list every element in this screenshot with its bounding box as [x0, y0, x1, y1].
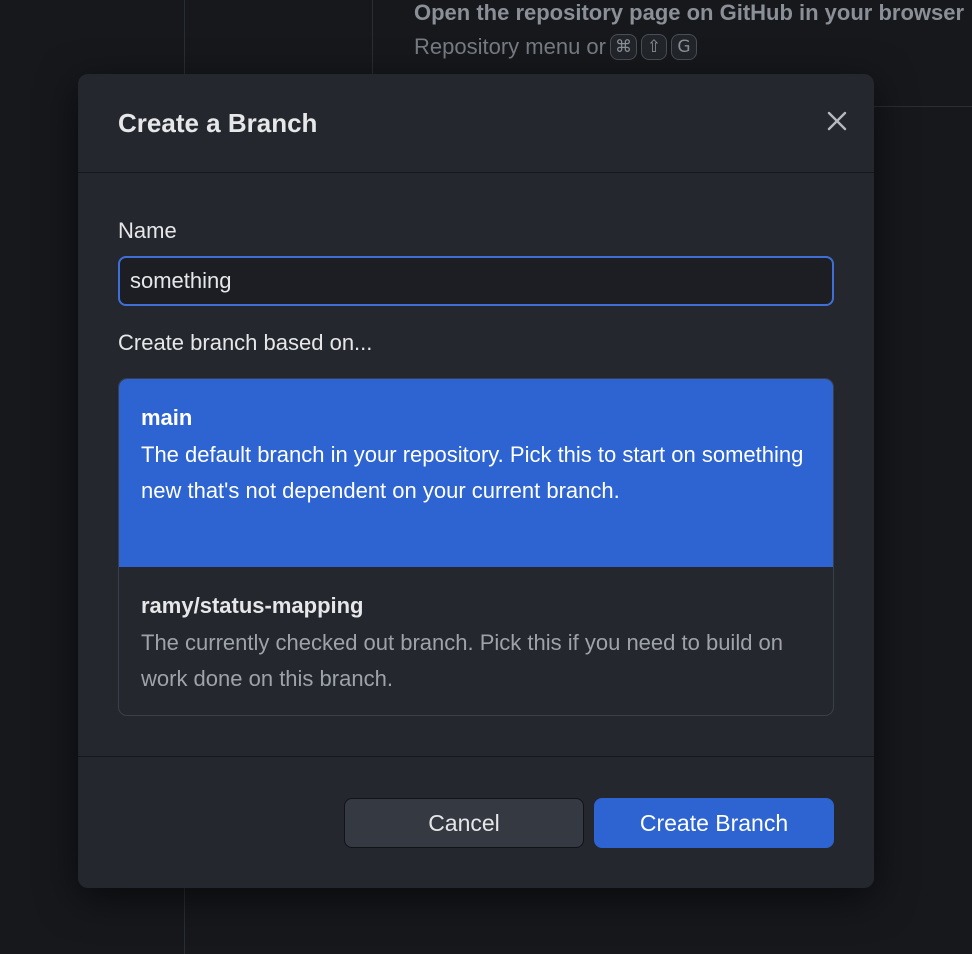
close-button[interactable]	[822, 106, 852, 136]
cancel-button[interactable]: Cancel	[344, 798, 584, 848]
base-branch-list: main The default branch in your reposito…	[118, 378, 834, 716]
shift-key-icon: ⇧	[640, 34, 667, 60]
branch-option-main[interactable]: main The default branch in your reposito…	[119, 379, 833, 567]
g-key: G	[670, 34, 697, 60]
branch-name-input[interactable]	[118, 256, 834, 306]
branch-option-current[interactable]: ramy/status-mapping The currently checke…	[119, 567, 833, 715]
name-label: Name	[118, 218, 177, 243]
dialog-title: Create a Branch	[118, 108, 318, 138]
create-branch-button[interactable]: Create Branch	[594, 798, 834, 848]
background-hint: Open the repository page on GitHub in yo…	[414, 0, 972, 60]
branch-option-name: main	[141, 405, 193, 430]
close-icon	[827, 111, 847, 131]
background-hint-text: Repository menu or	[414, 34, 606, 59]
create-branch-dialog: Create a Branch Name Create branch based…	[78, 74, 874, 888]
branch-option-name: ramy/status-mapping	[141, 593, 364, 618]
based-on-label: Create branch based on...	[118, 330, 373, 355]
branch-option-description: The default branch in your repository. P…	[141, 442, 804, 503]
background-hint-subtitle: Repository menu or ⌘ ⇧ G	[414, 34, 972, 60]
background-hint-title: Open the repository page on GitHub in yo…	[414, 0, 965, 25]
dialog-header: Create a Branch	[78, 74, 874, 173]
dialog-footer: Cancel Create Branch	[78, 756, 874, 888]
branch-option-description: The currently checked out branch. Pick t…	[141, 630, 784, 691]
command-key-icon: ⌘	[609, 34, 637, 60]
